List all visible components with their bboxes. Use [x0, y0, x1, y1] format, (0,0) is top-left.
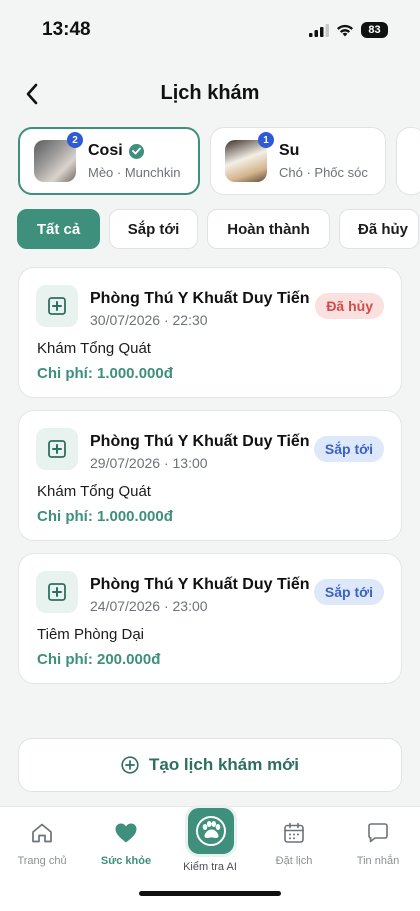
- header: Lịch khám: [0, 74, 420, 114]
- service-name: Khám Tổng Quát: [37, 340, 151, 357]
- create-appointment-button[interactable]: Tạo lịch khám mới: [18, 738, 402, 792]
- appointment-cost: Chi phí: 1.000.000đ: [37, 365, 173, 382]
- pet-selector: 2 Cosi Mèo · Munchkin 1 Su Chó · Phốc só…: [18, 127, 420, 195]
- pet-name: Su: [279, 142, 300, 159]
- pet-species-breed: Chó · Phốc sóc: [279, 165, 368, 180]
- status-bar: 13:48 83: [0, 0, 420, 60]
- home-indicator: [139, 891, 281, 896]
- home-icon: [32, 823, 52, 843]
- page-title: Lịch khám: [160, 82, 260, 104]
- pet-avatar: 1: [225, 132, 274, 182]
- filter-tabs: Tất cả Sắp tới Hoàn thành Đã hủy: [17, 209, 420, 249]
- appointment-cost: Chi phí: 200.000đ: [37, 651, 161, 668]
- status-badge: Sắp tới: [313, 579, 384, 605]
- nav-home-label: Trang chủ: [17, 855, 67, 867]
- status-time: 13:48: [42, 19, 91, 40]
- appointment-card[interactable]: Phòng Thú Y Khuất Duy Tiến 24/07/2026 · …: [18, 553, 402, 684]
- pet-card-partial[interactable]: [396, 127, 420, 195]
- appointment-card[interactable]: Phòng Thú Y Khuất Duy Tiến 29/07/2026 · …: [18, 410, 402, 541]
- plus-circle-icon: [121, 756, 139, 774]
- calendar-icon: [284, 822, 304, 843]
- pet-name: Cosi: [88, 142, 123, 159]
- nav-health[interactable]: Sức khỏe: [84, 819, 168, 867]
- status-icons: 83: [309, 22, 388, 38]
- wifi-icon: [337, 24, 353, 36]
- medical-cross-icon: [36, 285, 78, 327]
- appointment-cost: Chi phí: 1.000.000đ: [37, 508, 173, 525]
- tab-upcoming[interactable]: Sắp tới: [109, 209, 198, 249]
- appointment-datetime: 30/07/2026 · 22:30: [90, 312, 208, 328]
- service-name: Khám Tổng Quát: [37, 483, 151, 500]
- status-badge: Sắp tới: [313, 436, 384, 462]
- verified-check-icon: [128, 143, 144, 159]
- medical-cross-icon: [36, 428, 78, 470]
- nav-messages-label: Tin nhắn: [356, 855, 400, 867]
- appointment-card[interactable]: Phòng Thú Y Khuất Duy Tiến 30/07/2026 · …: [18, 267, 402, 398]
- appointment-count-badge: 1: [258, 132, 274, 148]
- nav-booking-label: Đặt lịch: [275, 855, 313, 867]
- chat-icon: [368, 823, 388, 843]
- battery-icon: 83: [361, 22, 388, 38]
- service-name: Tiêm Phòng Dại: [37, 626, 144, 643]
- heart-icon: [115, 823, 137, 843]
- medical-cross-icon: [36, 571, 78, 613]
- tab-all[interactable]: Tất cả: [17, 209, 100, 249]
- nav-ai-check[interactable]: [185, 805, 237, 857]
- signal-icon: [309, 23, 329, 37]
- pet-avatar: 2: [34, 132, 83, 182]
- appointment-datetime: 29/07/2026 · 13:00: [90, 455, 208, 471]
- clinic-name: Phòng Thú Y Khuất Duy Tiến: [90, 433, 310, 450]
- clinic-name: Phòng Thú Y Khuất Duy Tiến: [90, 576, 310, 593]
- pet-card-cosi[interactable]: 2 Cosi Mèo · Munchkin: [18, 127, 200, 195]
- pet-card-su[interactable]: 1 Su Chó · Phốc sóc: [210, 127, 386, 195]
- nav-booking[interactable]: Đặt lịch: [252, 819, 336, 867]
- create-appointment-label: Tạo lịch khám mới: [148, 755, 299, 774]
- tab-completed[interactable]: Hoàn thành: [207, 209, 330, 249]
- nav-messages[interactable]: Tin nhắn: [336, 819, 420, 867]
- appointment-datetime: 24/07/2026 · 23:00: [90, 598, 208, 614]
- status-badge: Đã hủy: [315, 293, 384, 319]
- appointment-count-badge: 2: [67, 132, 83, 148]
- nav-ai-check-label: Kiểm tra AI: [183, 861, 237, 873]
- nav-home[interactable]: Trang chủ: [0, 819, 84, 867]
- clinic-name: Phòng Thú Y Khuất Duy Tiến: [90, 290, 310, 307]
- tab-cancelled[interactable]: Đã hủy: [339, 209, 419, 249]
- paw-scan-icon: [196, 816, 226, 846]
- nav-health-label: Sức khỏe: [100, 855, 152, 867]
- pet-species-breed: Mèo · Munchkin: [88, 165, 181, 180]
